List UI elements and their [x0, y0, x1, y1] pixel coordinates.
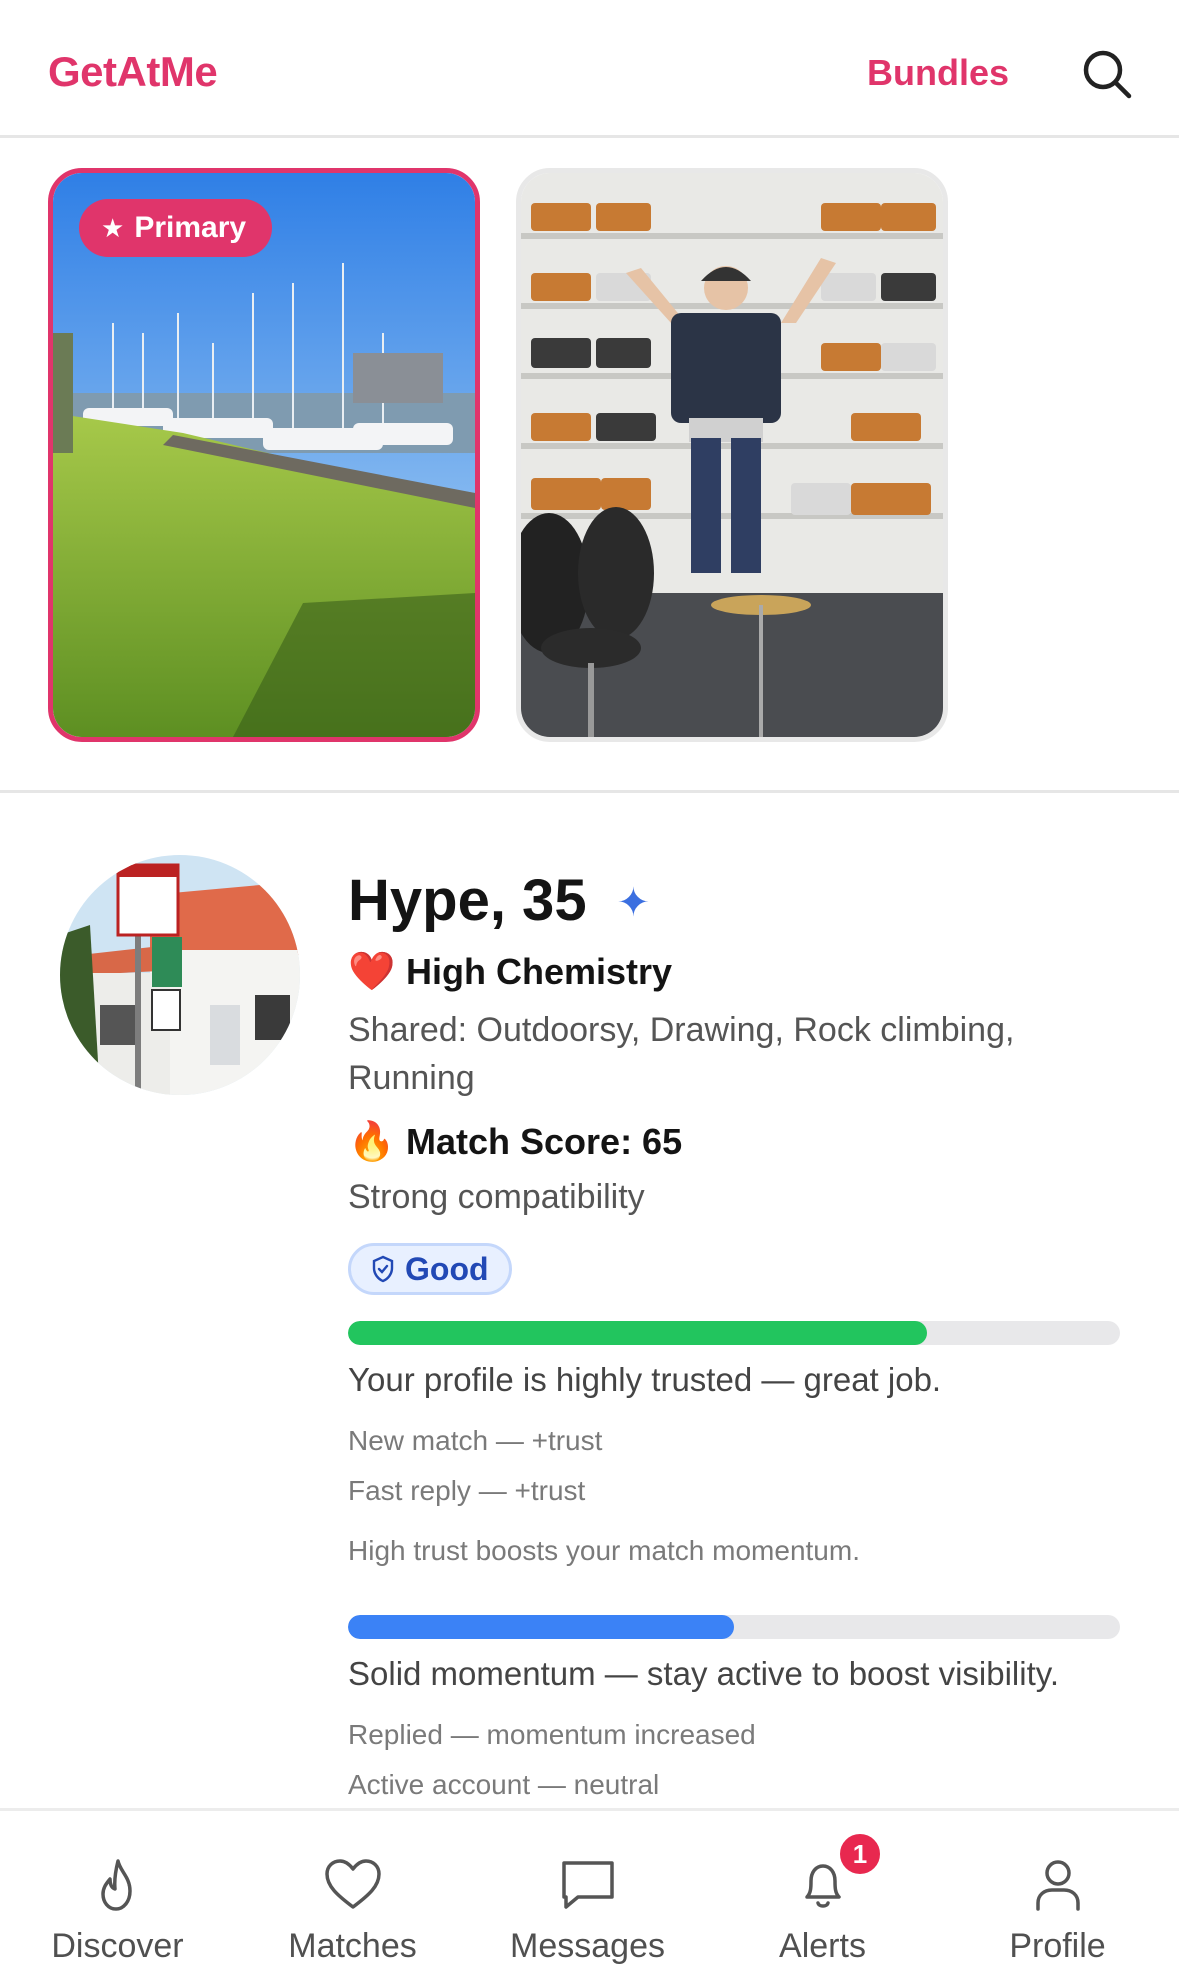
nav-alerts-label: Alerts [779, 1927, 866, 1965]
chemistry-row: ❤️ High Chemistry [348, 950, 1138, 994]
star-icon: ★ [101, 213, 125, 243]
primary-photo[interactable]: ★ Primary [48, 168, 480, 742]
momentum-event: Replied — momentum increased [348, 1719, 756, 1750]
nav-discover-label: Discover [51, 1927, 184, 1965]
heart-icon [324, 1859, 381, 1909]
photo-gallery: ★ Primary [0, 138, 1179, 793]
primary-badge: ★ Primary [79, 199, 273, 257]
bottom-nav: Discover Matches Messages 1 Alerts Profi… [0, 1808, 1179, 1978]
trust-event: New match — +trust [348, 1425, 603, 1456]
nav-messages[interactable]: Messages [470, 1811, 705, 1978]
nav-alerts[interactable]: 1 Alerts [705, 1811, 940, 1978]
momentum-event: Active account — neutral [348, 1769, 660, 1800]
trust-progress-bar [348, 1321, 1120, 1345]
top-app-bar: GetAtMe Bundles [0, 0, 1179, 138]
trust-note: High trust boosts your match momentum. [348, 1535, 860, 1566]
app-logo[interactable]: GetAtMe [48, 48, 218, 96]
match-score-title: Match Score: 65 [406, 1121, 683, 1162]
user-icon [1035, 1860, 1080, 1911]
photo-drum-room [521, 173, 943, 737]
match-score-row: 🔥 Match Score: 65 [348, 1120, 1138, 1164]
bundles-link[interactable]: Bundles [867, 52, 1009, 94]
flame-icon [100, 1859, 132, 1911]
secondary-photo[interactable] [516, 168, 948, 742]
nav-matches[interactable]: Matches [235, 1811, 470, 1978]
primary-label: Primary [134, 211, 247, 244]
heart-emoji-icon: ❤️ [348, 951, 396, 993]
profile-name-age: Hype, 35 [348, 867, 587, 933]
momentum-progress-bar [348, 1615, 1120, 1639]
profile-info: Hype, 35 ✦ ❤️ High Chemistry Shared: Out… [348, 860, 1138, 1801]
search-icon [1083, 50, 1132, 99]
message-icon [561, 1861, 614, 1909]
trust-badge-label: Good [405, 1250, 489, 1287]
nav-profile[interactable]: Profile [940, 1811, 1175, 1978]
nav-matches-label: Matches [288, 1927, 417, 1965]
avatar-image [60, 855, 300, 1095]
photo-marina [53, 173, 475, 737]
search-button[interactable] [1079, 46, 1135, 102]
trust-progress-fill [348, 1321, 927, 1345]
fire-emoji-icon: 🔥 [348, 1121, 396, 1163]
nav-profile-label: Profile [1009, 1927, 1106, 1965]
nav-discover[interactable]: Discover [0, 1811, 235, 1978]
name-row: Hype, 35 ✦ [348, 860, 1138, 940]
momentum-summary: Solid momentum — stay active to boost vi… [348, 1655, 1059, 1692]
trust-summary: Your profile is highly trusted — great j… [348, 1361, 942, 1398]
match-score-subtitle: Strong compatibility [348, 1178, 645, 1216]
chemistry-title: High Chemistry [406, 951, 673, 992]
sparkle-icon: ✦ [616, 881, 651, 925]
shared-interests: Shared: Outdoorsy, Drawing, Rock climbin… [348, 1011, 1015, 1097]
nav-messages-label: Messages [510, 1927, 665, 1965]
profile-avatar[interactable] [60, 855, 300, 1095]
momentum-progress-fill [348, 1615, 734, 1639]
alerts-count-badge: 1 [837, 1831, 883, 1877]
trust-event: Fast reply — +trust [348, 1475, 586, 1506]
trust-badge: Good [348, 1243, 512, 1295]
shield-check-icon [372, 1255, 394, 1283]
